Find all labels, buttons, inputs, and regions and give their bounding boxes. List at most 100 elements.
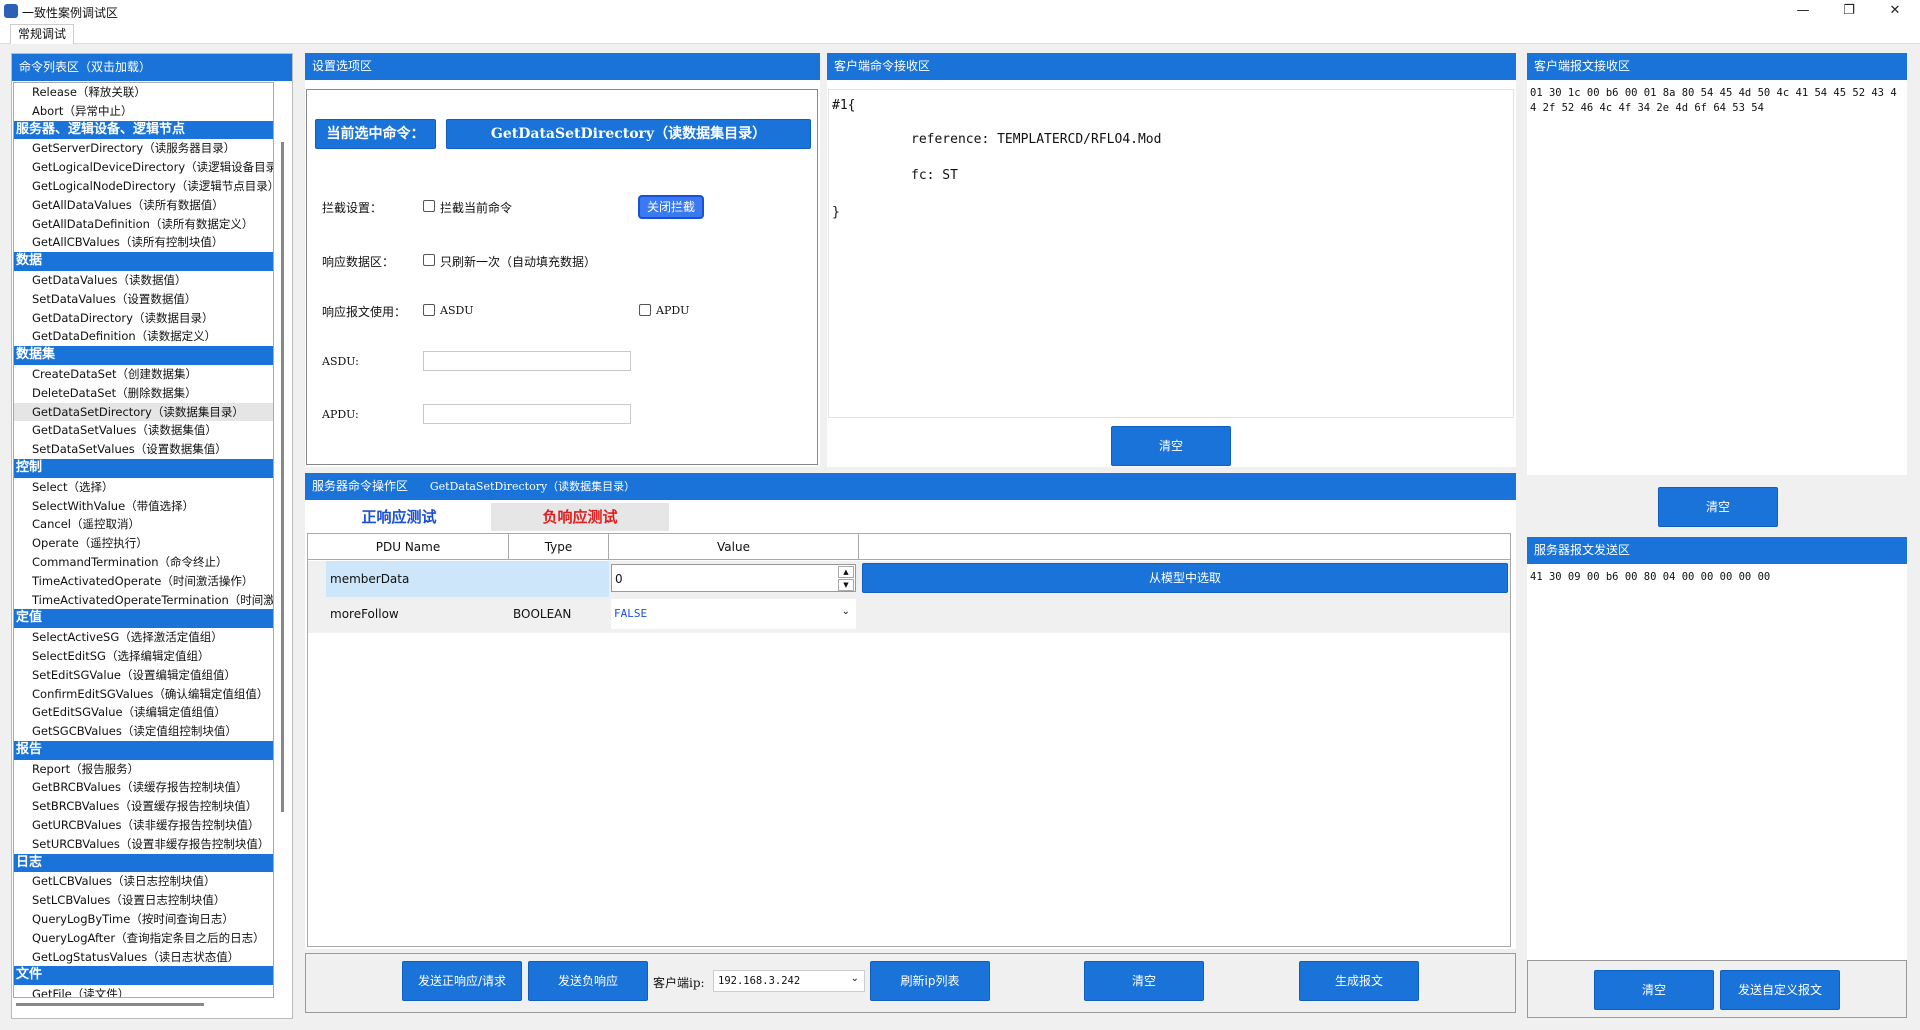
client-message-header: 客户端报文接收区 xyxy=(1527,53,1907,80)
list-item[interactable]: SelectEditSG（选择编辑定值组） xyxy=(14,647,273,666)
list-item[interactable]: GetDataDirectory（读数据目录） xyxy=(14,309,273,328)
table-row[interactable]: memberData 0 ▲ ▼ 从模型中选取 xyxy=(308,561,1510,597)
list-item[interactable]: GetEditSGValue（读编辑定值组值） xyxy=(14,703,273,722)
list-item[interactable]: SelectActiveSG（选择激活定值组） xyxy=(14,628,273,647)
client-message-hex: 01 30 1c 00 b6 00 01 8a 80 54 45 4d 50 4… xyxy=(1530,87,1897,114)
column-header-pdu-name[interactable]: PDU Name xyxy=(308,534,509,560)
list-item[interactable]: Abort（异常中止） xyxy=(14,102,273,121)
client-message-panel: 客户端报文接收区 xyxy=(1527,53,1907,475)
list-item[interactable]: SetBRCBValues（设置缓存报告控制块值） xyxy=(14,797,273,816)
column-header-type[interactable]: Type xyxy=(509,534,609,560)
list-item[interactable]: DeleteDataSet（删除数据集） xyxy=(14,384,273,403)
command-list-hscrollbar[interactable] xyxy=(16,1003,204,1006)
server-send-hex: 41 30 09 00 b6 00 80 04 00 00 00 00 00 xyxy=(1530,571,1771,583)
list-item[interactable]: GetServerDirectory（读服务器目录） xyxy=(14,139,273,158)
server-send-panel: 服务器报文发送区 xyxy=(1527,537,1907,1011)
list-item[interactable]: QueryLogAfter（查询指定条目之后的日志） xyxy=(14,929,273,948)
minimize-button[interactable]: — xyxy=(1780,0,1826,22)
refresh-ip-list-button[interactable]: 刷新ip列表 xyxy=(870,961,990,1001)
list-item[interactable]: QueryLogByTime（按时间查询日志） xyxy=(14,910,273,929)
command-category: 数据 xyxy=(14,252,273,271)
column-header-value[interactable]: Value xyxy=(609,534,859,560)
list-item[interactable]: GetLCBValues（读日志控制块值） xyxy=(14,872,273,891)
stepper-up-icon[interactable]: ▲ xyxy=(838,566,854,578)
asdu-input[interactable] xyxy=(423,351,631,371)
asdu-checkbox-label: ASDU xyxy=(440,304,474,317)
command-category: 日志 xyxy=(14,853,273,873)
client-message-clear-button[interactable]: 清空 xyxy=(1658,487,1778,527)
list-item[interactable]: SetEditSGValue（设置编辑定值组值） xyxy=(14,666,273,685)
tab-general-debug[interactable]: 常规调试 xyxy=(10,24,75,44)
list-item[interactable]: Cancel（遥控取消） xyxy=(14,515,273,534)
send-negative-response-button[interactable]: 发送负响应 xyxy=(528,961,648,1001)
tab-positive-response[interactable]: 正响应测试 xyxy=(307,503,491,531)
send-positive-response-button[interactable]: 发送正响应/请求 xyxy=(402,961,522,1001)
command-list-scrollbar[interactable] xyxy=(279,82,285,998)
tab-negative-response[interactable]: 负响应测试 xyxy=(491,503,669,531)
list-item[interactable]: Release（释放关联） xyxy=(14,83,273,102)
member-data-input[interactable]: 0 ▲ ▼ xyxy=(611,564,856,592)
list-item[interactable]: GetLogicalDeviceDirectory（读逻辑设备目录） xyxy=(14,158,273,177)
select-from-model-button[interactable]: 从模型中选取 xyxy=(862,563,1508,593)
command-category: 定值 xyxy=(14,609,273,629)
server-operation-header: 服务器命令操作区 GetDataSetDirectory（读数据集目录） xyxy=(305,473,1516,500)
list-item[interactable]: CommandTermination（命令终止） xyxy=(14,553,273,572)
list-item[interactable]: GetDataSetDirectory（读数据集目录） xyxy=(14,402,273,422)
list-item[interactable]: TimeActivatedOperateTermination（时间激活操作终止… xyxy=(14,591,273,610)
server-send-header: 服务器报文发送区 xyxy=(1527,537,1907,564)
send-custom-message-button[interactable]: 发送自定义报文 xyxy=(1720,970,1840,1010)
list-item[interactable]: SetLCBValues（设置日志控制块值） xyxy=(14,891,273,910)
asdu-checkbox[interactable] xyxy=(423,304,435,316)
list-item[interactable]: ConfirmEditSGValues（确认编辑定值组值） xyxy=(14,685,273,704)
list-item[interactable]: GetDataSetValues（读数据集值） xyxy=(14,421,273,440)
refresh-once-label: 只刷新一次（自动填充数据） xyxy=(440,255,597,269)
list-item[interactable]: GetFile（读文件） xyxy=(14,985,273,997)
list-item[interactable]: SetURCBValues（设置非缓存报告控制块值） xyxy=(14,835,273,854)
close-intercept-button[interactable]: 关闭拦截 xyxy=(638,195,704,219)
server-send-clear-button[interactable]: 清空 xyxy=(1594,970,1714,1010)
apdu-input[interactable] xyxy=(423,404,631,424)
client-command-clear-button[interactable]: 清空 xyxy=(1111,426,1231,466)
list-item[interactable]: GetLogStatusValues（读日志状态值） xyxy=(14,948,273,967)
client-command-header: 客户端命令接收区 xyxy=(827,53,1516,80)
table-row[interactable]: moreFollow BOOLEAN FALSE ⌄ xyxy=(308,597,1510,633)
settings-header: 设置选项区 xyxy=(305,53,820,80)
list-item[interactable]: GetAllCBValues（读所有控制块值） xyxy=(14,233,273,252)
intercept-checkbox[interactable] xyxy=(423,200,435,212)
intercept-checkbox-label: 拦截当前命令 xyxy=(440,201,513,215)
generate-message-button[interactable]: 生成报文 xyxy=(1299,961,1419,1001)
list-item[interactable]: GetSGCBValues（读定值组控制块值） xyxy=(14,722,273,741)
client-ip-select[interactable]: 192.168.3.242 ⌄ xyxy=(713,970,865,992)
list-item[interactable]: GetDataDefinition（读数据定义） xyxy=(14,327,273,346)
list-item[interactable]: CreateDataSet（创建数据集） xyxy=(14,365,273,384)
list-item[interactable]: Select（选择） xyxy=(14,478,273,497)
current-command-label: 当前选中命令： xyxy=(315,119,436,149)
command-list-header: 命令列表区（双击加载） xyxy=(12,54,292,81)
list-item[interactable]: GetDataValues（读数据值） xyxy=(14,271,273,290)
list-item[interactable]: Report（报告服务） xyxy=(14,760,273,779)
list-item[interactable]: GetAllDataDefinition（读所有数据定义） xyxy=(14,215,273,234)
server-operation-clear-button[interactable]: 清空 xyxy=(1084,961,1204,1001)
apdu-checkbox[interactable] xyxy=(639,304,651,316)
boolean-select[interactable]: FALSE ⌄ xyxy=(611,599,856,629)
chevron-down-icon: ⌄ xyxy=(850,973,859,984)
close-button[interactable]: ✕ xyxy=(1872,0,1918,22)
maximize-button[interactable]: ❐ xyxy=(1826,0,1872,22)
client-command-text[interactable]: #1{ reference: TEMPLATERCD/RFLO4.Mod fc:… xyxy=(828,89,1514,418)
list-item[interactable]: SetDataValues（设置数据值） xyxy=(14,290,273,309)
refresh-once-checkbox[interactable] xyxy=(423,254,435,266)
stepper-down-icon[interactable]: ▼ xyxy=(838,579,854,591)
list-item[interactable]: Operate（遥控执行） xyxy=(14,534,273,553)
list-item[interactable]: SelectWithValue（带值选择） xyxy=(14,497,273,516)
list-item[interactable]: GetURCBValues（读非缓存报告控制块值） xyxy=(14,816,273,835)
client-command-line-4: } xyxy=(832,205,840,220)
list-item[interactable]: GetBRCBValues（读缓存报告控制块值） xyxy=(14,778,273,797)
pdu-name-cell: memberData xyxy=(330,572,410,586)
list-item[interactable]: GetAllDataValues（读所有数据值） xyxy=(14,196,273,215)
list-item[interactable]: TimeActivatedOperate（时间激活操作） xyxy=(14,572,273,591)
command-category: 报告 xyxy=(14,740,273,760)
list-item[interactable]: GetLogicalNodeDirectory（读逻辑节点目录） xyxy=(14,177,273,196)
column-header-blank xyxy=(859,534,1510,560)
command-list[interactable]: Release（释放关联） Abort（异常中止） 服务器、逻辑设备、逻辑节点 Get… xyxy=(13,82,274,998)
list-item[interactable]: SetDataSetValues（设置数据集值） xyxy=(14,440,273,459)
